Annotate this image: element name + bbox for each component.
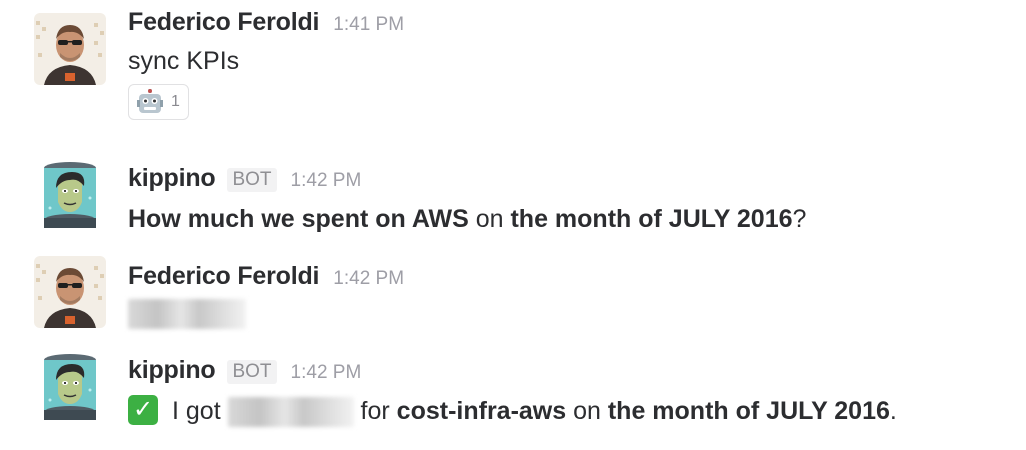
- avatar-federico[interactable]: [34, 13, 106, 85]
- redacted-text: [128, 299, 246, 330]
- bot-avatar-icon: [34, 158, 106, 230]
- check-mark-icon: ✓: [128, 395, 158, 426]
- author-name[interactable]: kippino: [128, 164, 216, 193]
- timestamp[interactable]: 1:42 PM: [291, 170, 362, 192]
- message-text: ✓ I got for cost-infra-aws on the month o…: [128, 394, 897, 428]
- message-text: sync KPIs: [128, 47, 240, 75]
- message-text: How much we spent on AWS on the month of…: [128, 205, 807, 233]
- avatar-kippino[interactable]: [34, 350, 106, 422]
- message-text: [128, 296, 404, 330]
- user-avatar-icon: [34, 256, 106, 328]
- timestamp[interactable]: 1:41 PM: [333, 14, 404, 36]
- avatar-kippino[interactable]: [34, 158, 106, 230]
- author-name[interactable]: Federico Feroldi: [128, 262, 319, 291]
- timestamp[interactable]: 1:42 PM: [333, 268, 404, 290]
- avatar-federico[interactable]: [34, 256, 106, 328]
- bot-badge: BOT: [227, 360, 277, 384]
- reaction-button[interactable]: 1: [128, 84, 189, 120]
- author-name[interactable]: Federico Feroldi: [128, 8, 319, 37]
- bot-badge: BOT: [227, 168, 277, 192]
- robot-face-icon: [137, 89, 163, 113]
- redacted-text: [227, 397, 354, 428]
- author-name[interactable]: kippino: [128, 356, 216, 385]
- timestamp[interactable]: 1:42 PM: [291, 362, 362, 384]
- user-avatar-icon: [34, 13, 106, 85]
- reaction-count: 1: [171, 93, 180, 110]
- bot-avatar-icon: [34, 350, 106, 422]
